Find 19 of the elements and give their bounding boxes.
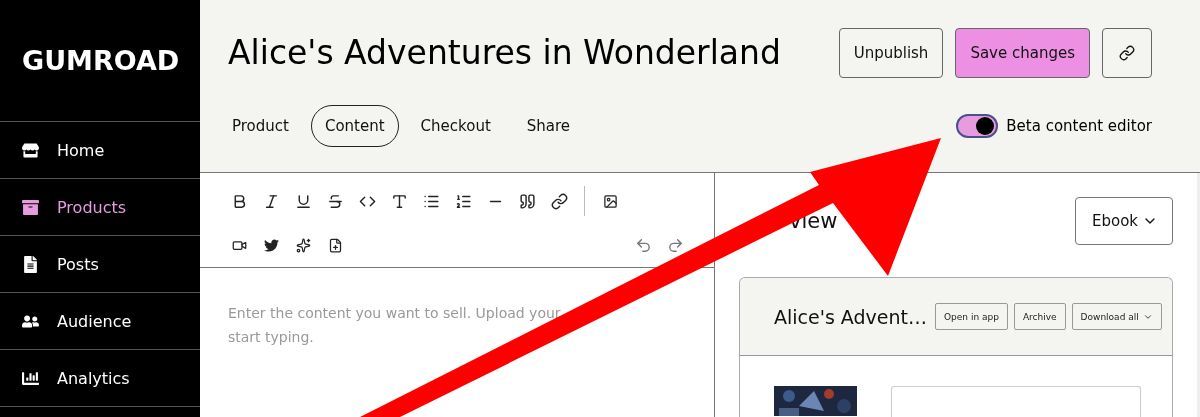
- page-title: Alice's Adventures in Wonderland: [228, 33, 781, 72]
- tab[interactable]: Share: [512, 105, 585, 147]
- toggle-switch[interactable]: [956, 114, 999, 138]
- tab[interactable]: Product: [218, 105, 303, 147]
- toggle-label: Beta content editor: [1006, 117, 1152, 135]
- document-icon: [22, 255, 39, 273]
- tab[interactable]: Checkout: [406, 105, 505, 147]
- copy-link-button[interactable]: [1102, 27, 1152, 78]
- archive-box-icon: [22, 198, 39, 216]
- card-button[interactable]: Archive: [1013, 303, 1066, 330]
- store-icon: [22, 141, 39, 159]
- card-button[interactable]: Open in app: [935, 303, 1008, 330]
- format-dropdown[interactable]: Ebook: [1075, 197, 1173, 245]
- save-button[interactable]: Save changes: [955, 27, 1090, 78]
- card-title: Alice's Advent…: [774, 305, 927, 328]
- unpublish-button[interactable]: Unpublish: [838, 27, 944, 78]
- bar-chart-icon: [22, 369, 39, 387]
- link-icon: [1119, 44, 1135, 61]
- card-button[interactable]: Download all: [1071, 303, 1162, 330]
